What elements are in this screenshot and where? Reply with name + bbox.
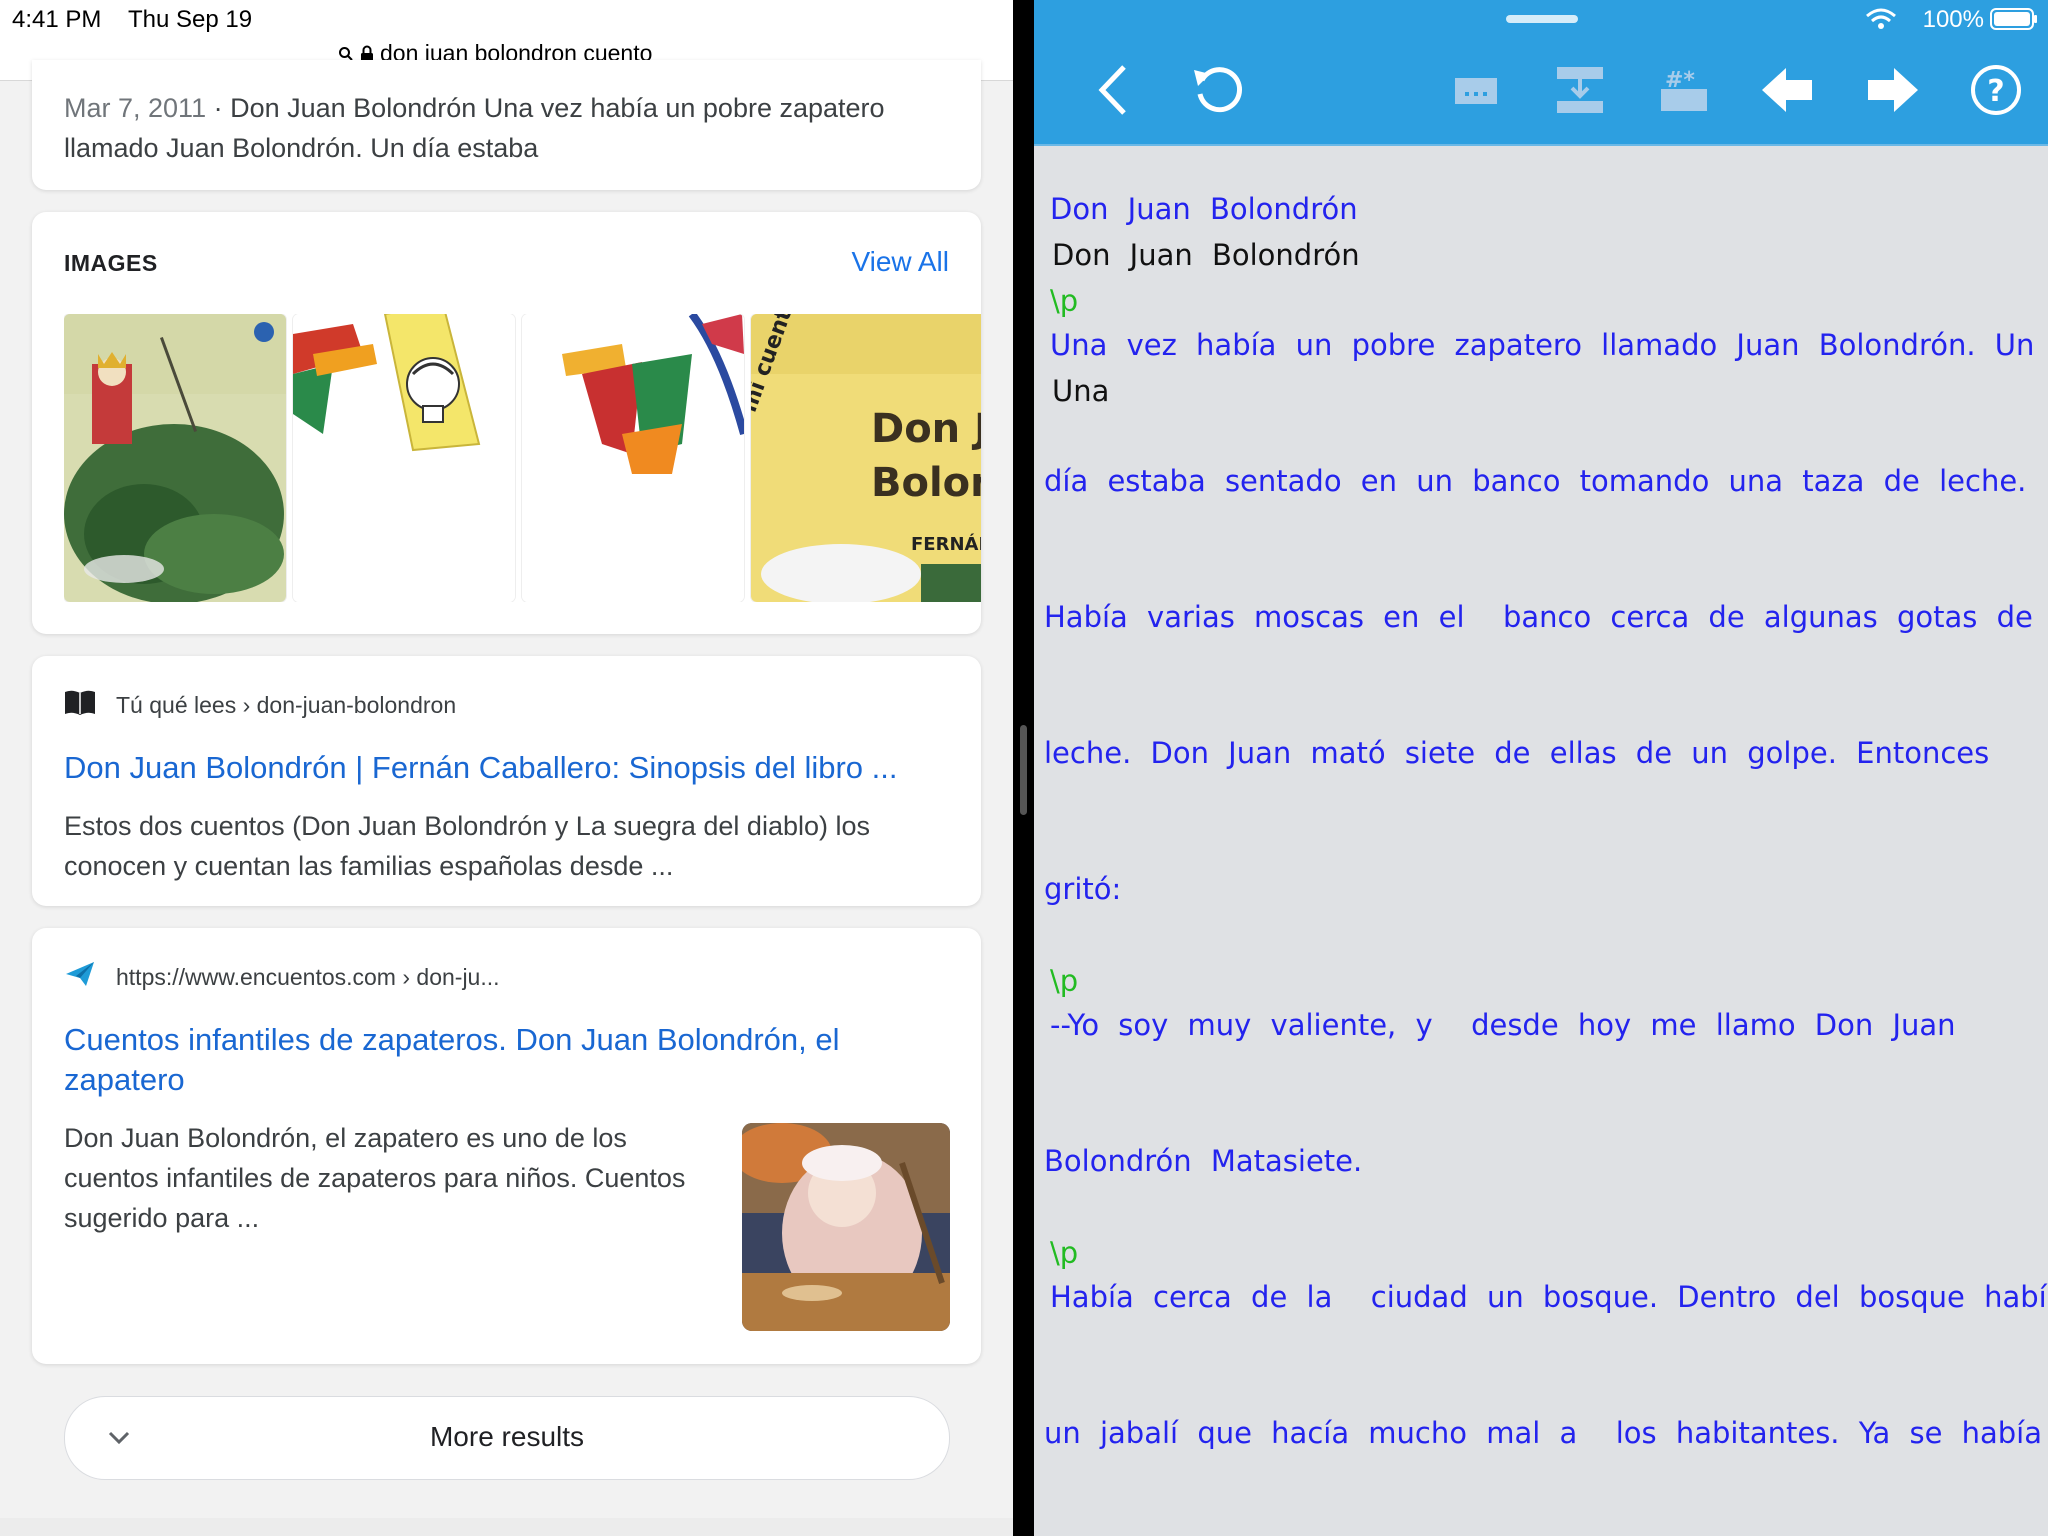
result-thumbnail[interactable] [742, 1123, 950, 1331]
text-line: Una vez había un pobre zapatero llamado … [1050, 328, 2035, 362]
text-line: gritó: [1044, 872, 1122, 906]
result-source: https://www.encuentos.com › don-ju... [64, 960, 500, 994]
text-line: --Yo soy muy valiente, y desde hoy me ll… [1050, 1008, 1956, 1042]
keyboard-icon[interactable] [1446, 60, 1506, 120]
safari-pane: 4:41 PM Thu Sep 19 don juan bolondron cu… [0, 0, 1013, 1536]
text-line: Había cerca de la ciudad un bosque. Dent… [1050, 1280, 2048, 1314]
svg-text:FERNÁN: FERNÁN [911, 533, 981, 555]
result-source: Tú qué lees › don-juan-bolondron [64, 688, 456, 722]
paragraph-marker: \p [1050, 964, 1079, 998]
refresh-icon[interactable] [1188, 60, 1248, 120]
result-title-link[interactable]: Cuentos infantiles de zapateros. Don Jua… [64, 1020, 944, 1100]
split-view-divider[interactable] [1013, 0, 1034, 1536]
text-line: Don Juan Bolondrón [1050, 192, 1358, 226]
svg-text:?: ? [1987, 74, 2004, 109]
merge-icon[interactable] [1550, 60, 1610, 120]
snippet-card[interactable]: Mar 7, 2011 · Don Juan Bolondrón Una vez… [32, 60, 981, 190]
search-result[interactable]: Tú qué lees › don-juan-bolondron Don Jua… [32, 656, 981, 906]
help-icon[interactable]: ? [1966, 60, 2026, 120]
snippet-text: Mar 7, 2011 · Don Juan Bolondrón Una vez… [64, 88, 964, 168]
battery-icon [1990, 8, 2038, 35]
image-thumbnail[interactable] [522, 314, 744, 602]
back-chevron-icon[interactable] [1084, 60, 1144, 120]
book-icon [64, 688, 96, 722]
result-source-text: Tú qué lees › don-juan-bolondron [116, 691, 457, 718]
paragraph-marker: \p [1050, 1236, 1079, 1270]
paper-plane-icon [64, 960, 96, 994]
image-carousel[interactable]: Don Ju Bolon mi cuento FERNÁN [64, 314, 981, 602]
bottom-bar [0, 1518, 1013, 1536]
multitasking-grabber[interactable] [1506, 15, 1578, 23]
text-line: leche. Don Juan mató siete de ellas de u… [1044, 736, 1990, 770]
wifi-icon [1866, 8, 1896, 35]
status-date: Thu Sep 19 [128, 6, 253, 33]
image-thumbnail[interactable]: Don Ju Bolon mi cuento FERNÁN [751, 314, 981, 602]
hash-icon[interactable]: #* [1654, 60, 1714, 120]
svg-text:Bolon: Bolon [871, 460, 981, 506]
search-result[interactable]: https://www.encuentos.com › don-ju... Cu… [32, 928, 981, 1364]
snippet-date: Mar 7, 2011 [64, 93, 207, 123]
reader-pane: 100% #* ? Don Juan Bolondrón Don Juan Bo… [1034, 0, 2048, 1536]
text-line: Don Juan Bolondrón [1052, 238, 1360, 272]
result-snippet: Estos dos cuentos (Don Juan Bolondrón y … [64, 811, 870, 881]
text-line: un jabalí que hacía mucho mal a los habi… [1044, 1416, 2043, 1450]
paragraph-marker: \p [1050, 284, 1079, 318]
reader-text-area[interactable]: Don Juan Bolondrón Don Juan Bolondrón \p… [1034, 144, 2048, 1536]
result-snippet: Don Juan Bolondrón, el zapatero es uno d… [64, 1123, 686, 1233]
more-results-button[interactable]: More results [64, 1396, 950, 1480]
text-line: Había varias moscas en el banco cerca de… [1044, 600, 2033, 634]
text-line: Una [1052, 374, 1110, 408]
right-arrow-icon[interactable] [1862, 60, 1922, 120]
result-source-text: https://www.encuentos.com › don-ju... [116, 963, 500, 990]
text-line: Bolondrón Matasiete. [1044, 1144, 1363, 1178]
images-card: IMAGES View All Don Bolo mi cuento FERNÁ [32, 212, 981, 634]
svg-text:Don Ju: Don Ju [871, 406, 981, 452]
divider-handle[interactable] [1020, 725, 1027, 815]
image-thumbnail[interactable] [64, 314, 286, 602]
text-line: día estaba sentado en un banco tomando u… [1044, 464, 2027, 498]
left-arrow-icon[interactable] [1758, 60, 1818, 120]
result-title-link[interactable]: Don Juan Bolondrón | Fernán Caballero: S… [64, 748, 944, 788]
battery-percent: 100% [1922, 6, 1984, 33]
svg-text:#*: #* [1665, 68, 1695, 93]
reader-toolbar: 100% #* ? [1034, 0, 2048, 146]
image-thumbnail[interactable] [293, 314, 515, 602]
status-time: 4:41 PM [12, 6, 102, 33]
view-all-link[interactable]: View All [851, 246, 949, 278]
more-results-label: More results [429, 1421, 585, 1452]
images-heading: IMAGES [64, 250, 158, 276]
